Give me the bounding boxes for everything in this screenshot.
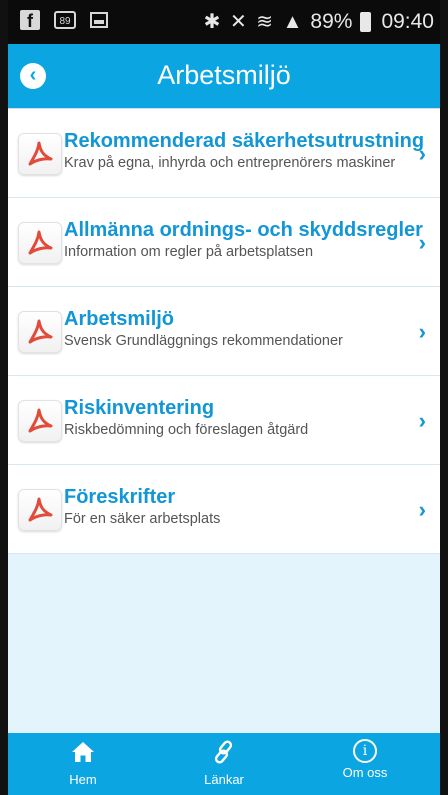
item-title: Allmänna ordnings- och skyddsregler [64,219,423,241]
item-subtitle: Krav på egna, inhyrda och entreprenörers… [64,155,396,171]
item-title: Riskinventering [64,397,215,419]
app-bar: ‹ Arbetsmiljö [8,44,440,108]
list-item-work-environment[interactable]: Arbetsmiljö Svensk Grundläggnings rekomm… [8,287,440,376]
document-list: Rekommenderad säkerhetsutrustning Krav p… [8,108,440,554]
pdf-icon [18,133,62,175]
item-subtitle: Information om regler på arbetsplatsen [64,244,314,260]
item-subtitle: Riskbedömning och föreslagen åtgärd [64,422,309,438]
signal-icons: ✱ ✕ ≋ ▲ [203,11,305,33]
list-item-safety-equipment[interactable]: Rekommenderad säkerhetsutrustning Krav p… [8,108,440,198]
item-title: Föreskrifter [64,486,176,508]
chevron-right-icon: › [418,408,426,433]
list-item-regulations[interactable]: Föreskrifter För en säker arbetsplats › [8,465,440,554]
status-bar: f 89 ✱ ✕ ≋ ▲ 89% 09:40 [8,0,440,44]
pdf-icon [18,222,62,264]
item-subtitle: Svensk Grundläggnings rekommendationer [64,333,343,349]
home-icon [72,742,94,762]
battery-icon [360,11,372,32]
link-icon [214,740,233,764]
item-subtitle: För en säker arbetsplats [64,511,221,527]
calendar-icon: 89 [54,11,76,29]
tab-about[interactable]: i Om oss [320,739,410,780]
pdf-icon [18,400,62,442]
chevron-right-icon: › [418,497,426,522]
chevron-right-icon: › [418,141,426,166]
info-icon: i [353,739,377,763]
list-item-risk-inventory[interactable]: Riskinventering Riskbedömning och föresl… [8,376,440,465]
clock: 09:40 [381,9,434,33]
page-title: Arbetsmiljö [157,60,291,90]
tab-home-label: Hem [69,772,97,787]
facebook-icon: f [20,10,40,31]
pdf-icon [18,489,62,531]
list-item-general-rules[interactable]: Allmänna ordnings- och skyddsregler Info… [8,198,440,287]
chevron-right-icon: › [418,230,426,255]
pdf-icon [18,311,62,353]
tab-links-label: Länkar [204,772,244,787]
tab-about-label: Om oss [342,765,388,780]
gallery-icon [90,12,108,28]
battery-percent: 89% [310,9,353,33]
tab-bar: Hem Länkar i Om oss [8,733,440,795]
item-title: Rekommenderad säkerhetsutrustning [64,130,425,152]
chevron-right-icon: › [418,319,426,344]
tab-links[interactable]: Länkar [179,739,269,787]
tab-home[interactable]: Hem [38,739,128,787]
app-screen: f 89 ✱ ✕ ≋ ▲ 89% 09:40 ‹ Arbetsmiljö Rek… [8,0,440,795]
item-title: Arbetsmiljö [64,308,175,330]
